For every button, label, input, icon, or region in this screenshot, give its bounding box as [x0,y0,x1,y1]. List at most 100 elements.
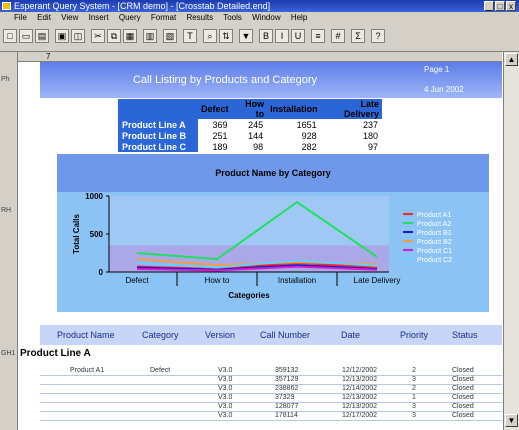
chart-title: Product Name by Category [215,168,331,178]
x-tick-label: Defect [125,276,149,285]
window-title-bar: Esperant Query System - [CRM demo] - [Cr… [0,0,519,12]
col-header-category: Category [142,330,179,340]
cell-version: V3.0 [218,394,233,401]
cell-category: Defect [150,367,171,374]
align-icon[interactable]: ≡ [311,29,325,43]
vertical-scrollbar[interactable]: ▲ ▼ [503,52,519,430]
y-axis-label: Total Calls [72,214,81,254]
line-chart[interactable]: Product Name by Category 0 500 1000 Total Ca… [57,154,489,312]
menu-format[interactable]: Format [151,13,176,22]
menu-query[interactable]: Query [119,13,141,22]
cell-status: Closed [452,376,474,383]
underline-icon[interactable]: U [291,29,305,43]
ruler-label: 7 [46,52,51,61]
sum-icon[interactable]: Σ [351,29,365,43]
scroll-up-button[interactable]: ▲ [505,53,518,66]
sort-icon[interactable]: ⇅ [219,29,233,43]
x-tick-label: Late Delivery [354,276,401,285]
summary-cell: 97 [320,141,382,152]
filter-icon[interactable]: ▼ [239,29,253,43]
minimize-button[interactable]: _ [484,1,494,11]
report-title: Call Listing by Products and Category [132,74,318,86]
text-icon[interactable]: T [183,29,197,43]
cell-priority: 3 [412,403,416,410]
group-label: Product Line A [20,348,91,359]
menu-help[interactable]: Help [291,13,307,22]
close-button[interactable]: x [506,1,516,11]
grid-icon[interactable]: # [331,29,345,43]
summary-row-label: Product Line A [118,119,198,130]
copy-icon[interactable]: ⧉ [107,29,121,43]
summary-cell: 189 [198,141,232,152]
cell-call-number: 357129 [275,376,299,383]
cell-status: Closed [452,367,474,374]
summary-header-defect: Defect [198,99,232,119]
summary-cell: 98 [231,141,268,152]
new-icon[interactable]: □ [3,29,17,43]
cell-date: 12/12/2002 [342,367,378,374]
legend-entry: Product A1 [417,212,451,219]
summary-row: Product Line C 189 98 282 97 [118,141,382,152]
row-divider [40,384,502,385]
open-icon[interactable]: ▭ [19,29,33,43]
page-number: Page 1 [424,65,450,74]
cell-priority: 3 [412,412,416,419]
summary-cell: 237 [320,119,382,130]
cell-call-number: 359132 [275,367,299,374]
legend-entry: Product C1 [417,248,452,255]
summary-cell: 251 [198,130,232,141]
cell-status: Closed [452,394,474,401]
menu-results[interactable]: Results [186,13,213,22]
legend-entry: Product B1 [417,230,452,237]
preview-icon[interactable]: ◫ [71,29,85,43]
summary-cell: 245 [231,119,268,130]
print-icon[interactable]: ▤ [35,29,49,43]
table-icon[interactable]: ▥ [143,29,157,43]
save-icon[interactable]: ▣ [55,29,69,43]
y-tick-label: 500 [90,230,104,239]
col-header-priority: Priority [400,330,429,340]
cut-icon[interactable]: ✂ [91,29,105,43]
paste-icon[interactable]: ▦ [123,29,137,43]
section-label-page-header: Ph [1,76,10,83]
x-tick-label: How to [205,276,230,285]
col-header-product-name: Product Name [57,330,115,340]
cell-priority: 1 [412,394,416,401]
summary-cell: 144 [231,130,268,141]
y-tick-label: 1000 [85,192,103,201]
bold-icon[interactable]: B [259,29,273,43]
row-divider [40,411,502,412]
y-tick-label: 0 [99,268,104,277]
chart-icon[interactable]: ▧ [163,29,177,43]
cell-priority: 2 [412,367,416,374]
scroll-down-button[interactable]: ▼ [505,414,518,427]
app-icon [2,2,11,10]
summary-row: Product Line A 369 245 1651 237 [118,119,382,130]
help-icon[interactable]: ? [371,29,385,43]
row-divider [40,402,502,403]
section-column: Ph RH GH1 [0,52,18,430]
section-label-report-header: RH [1,207,12,214]
summary-table: Defect How to Installation Late Delivery… [118,99,382,152]
summary-row-label: Product Line C [118,141,198,152]
cell-version: V3.0 [218,367,233,374]
zoom-icon[interactable]: ⌕ [203,29,217,43]
summary-row-label: Product Line B [118,130,198,141]
summary-cell: 282 [267,141,321,152]
cell-status: Closed [452,412,474,419]
italic-icon[interactable]: I [275,29,289,43]
menu-window[interactable]: Window [252,13,280,22]
toolbar: □ ▭ ▤ ▣ ◫ ✂ ⧉ ▦ ▥ ▧ T ⌕ ⇅ ▼ B I U ≡ # Σ … [0,24,519,52]
summary-header-late-delivery: Late Delivery [320,99,382,119]
restore-button[interactable]: □ [495,1,505,11]
cell-date: 12/13/2002 [342,376,378,383]
menu-file[interactable]: File [14,13,27,22]
menu-tools[interactable]: Tools [223,13,242,22]
summary-cell: 928 [267,130,321,141]
cell-version: V3.0 [218,403,233,410]
menu-view[interactable]: View [61,13,78,22]
menu-edit[interactable]: Edit [37,13,51,22]
summary-header-blank [118,99,198,119]
menu-insert[interactable]: Insert [89,13,109,22]
row-divider [40,375,502,376]
